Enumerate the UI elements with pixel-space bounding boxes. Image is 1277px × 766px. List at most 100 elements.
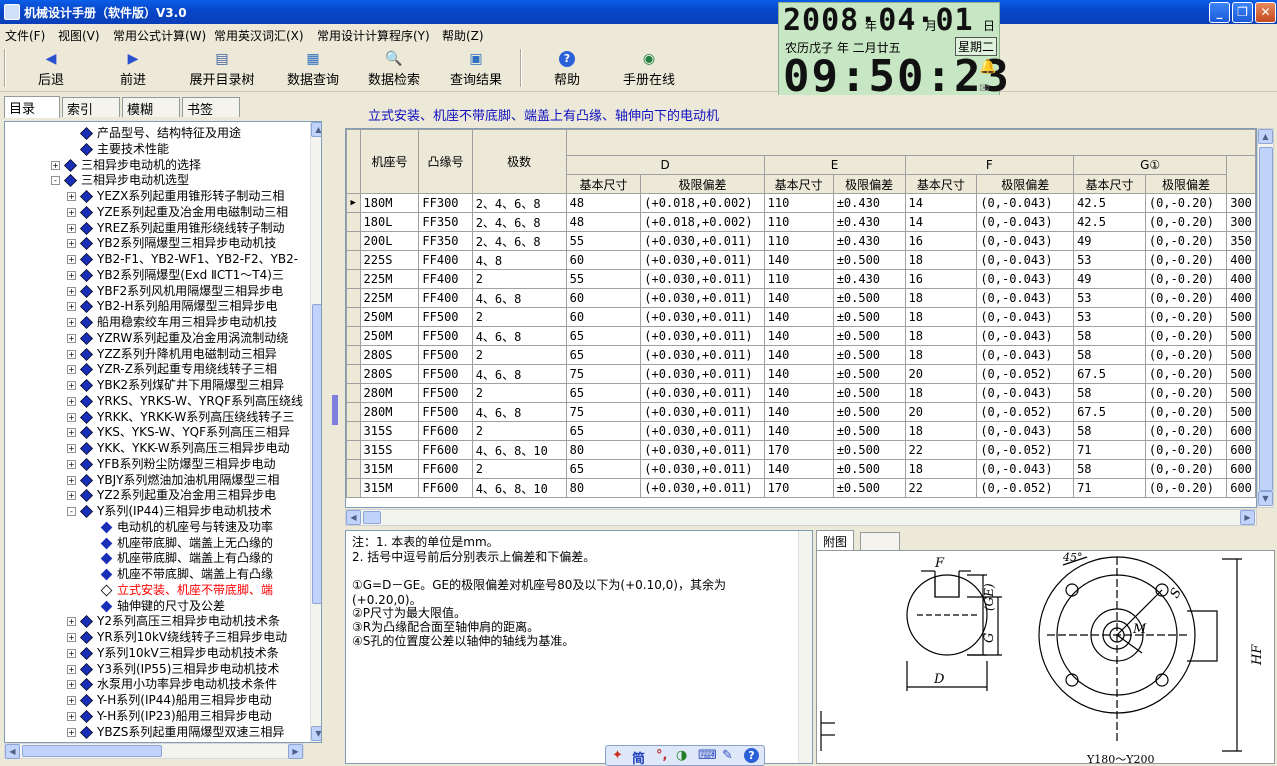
table-cell[interactable]: 42.5	[1073, 193, 1146, 213]
table-cell[interactable]: 65	[565, 421, 642, 441]
notes-panel[interactable]: 注：1. 本表的单位是mm。 2. 括号中逗号前后分别表示上偏差和下偏差。 ①G…	[345, 530, 813, 764]
table-cell[interactable]: FF400	[418, 288, 473, 308]
table-cell[interactable]: 4、6、8、10	[471, 478, 567, 498]
expand-icon[interactable]: +	[67, 239, 76, 249]
row-header[interactable]	[346, 383, 361, 403]
table-cell[interactable]: ±0.430	[832, 231, 906, 251]
table-cell[interactable]: (+0.030,+0.011)	[640, 478, 765, 498]
table-cell[interactable]: 500	[1226, 307, 1256, 327]
table-cell[interactable]: 4、6、8	[471, 402, 567, 422]
table-cell[interactable]: (0,-0.043)	[976, 383, 1075, 403]
tree-node[interactable]: 机座不带底脚、端盖上有凸缘	[100, 566, 273, 582]
table-cell[interactable]: (0,-0.20)	[1144, 478, 1228, 498]
table-cell[interactable]: 400	[1226, 250, 1256, 270]
tree-node[interactable]: 机座带底脚、端盖上无凸缘的	[100, 535, 273, 551]
table-cell[interactable]: 4、6、8	[471, 326, 567, 346]
table-cell[interactable]: FF500	[418, 383, 473, 403]
table-cell[interactable]: FF500	[418, 402, 473, 422]
row-header[interactable]	[346, 212, 361, 232]
table-cell[interactable]: ±0.500	[832, 364, 906, 384]
online-button[interactable]: ◉ 手册在线	[614, 49, 684, 89]
menu-help[interactable]: 帮助(Z)	[442, 27, 484, 44]
expand-icon[interactable]: +	[67, 428, 76, 438]
table-cell[interactable]: 250M	[359, 326, 420, 346]
table-cell[interactable]: 18	[904, 326, 978, 346]
table-cell[interactable]: 2	[471, 269, 567, 289]
table-cell[interactable]: ±0.500	[832, 383, 906, 403]
table-cell[interactable]: (+0.030,+0.011)	[640, 440, 765, 460]
expand-icon[interactable]: +	[67, 207, 76, 217]
ime-logo-icon[interactable]: ✦	[612, 748, 623, 763]
tree-node[interactable]: + YKK、YKK-W系列高压三相异步电动	[67, 440, 290, 456]
table-cell[interactable]: 315S	[359, 421, 420, 441]
row-header[interactable]	[346, 478, 361, 498]
table-cell[interactable]: 58	[1073, 459, 1146, 479]
table-cell[interactable]: (0,-0.052)	[976, 440, 1075, 460]
scroll-up-arrow-icon[interactable]: ▲	[311, 122, 321, 137]
moon-icon[interactable]: ◑	[676, 748, 687, 763]
ime-mode[interactable]: 简	[632, 748, 645, 766]
table-cell[interactable]: (0,-0.20)	[1144, 345, 1228, 365]
data-query-button[interactable]: ▦ 数据查询	[281, 49, 345, 89]
row-header[interactable]	[346, 440, 361, 460]
tree-node[interactable]: + Y-H系列(IP23)船用三相异步电动	[67, 708, 272, 724]
table-cell[interactable]: (0,-0.20)	[1144, 288, 1228, 308]
table-cell[interactable]: 71	[1073, 478, 1146, 498]
table-cell[interactable]: ±0.500	[832, 402, 906, 422]
grid-vertical-scrollbar[interactable]: ▲ ▼	[1257, 128, 1274, 508]
table-cell[interactable]: 2	[471, 345, 567, 365]
expand-icon[interactable]: +	[67, 381, 76, 390]
table-cell[interactable]: 140	[763, 364, 834, 384]
table-cell[interactable]: FF600	[418, 459, 473, 479]
table-cell[interactable]: 65	[565, 383, 642, 403]
row-header[interactable]	[346, 326, 361, 346]
table-cell[interactable]: 49	[1073, 231, 1146, 251]
ime-toolbar[interactable]: ✦ 简 °, ◑ ⌨ ✎ ?	[605, 745, 765, 766]
expand-icon[interactable]: +	[67, 475, 76, 485]
expand-icon[interactable]: +	[67, 727, 76, 737]
expand-icon[interactable]: +	[67, 223, 76, 233]
table-cell[interactable]: 500	[1226, 383, 1256, 403]
tree-node[interactable]: + YBK2系列煤矿井下用隔爆型三相异	[67, 377, 284, 393]
table-cell[interactable]: 140	[763, 326, 834, 346]
tab-index[interactable]: 索引	[62, 97, 120, 118]
table-cell[interactable]: FF600	[418, 440, 473, 460]
table-cell[interactable]: 4、8	[471, 250, 567, 270]
table-cell[interactable]: (0,-0.20)	[1144, 421, 1228, 441]
table-cell[interactable]: 280M	[359, 383, 420, 403]
table-cell[interactable]: (0,-0.043)	[976, 231, 1075, 251]
table-row[interactable]: 315S FF600 2 65 (+0.030,+0.011) 140 ±0.500 18 (0…	[346, 421, 1256, 441]
table-cell[interactable]: FF350	[418, 212, 473, 232]
table-cell[interactable]: 4、6、8	[471, 364, 567, 384]
table-cell[interactable]: 200L	[359, 231, 420, 251]
table-cell[interactable]: (0,-0.20)	[1144, 250, 1228, 270]
tree-node[interactable]: + YZZ系列升降机用电磁制动三相异	[67, 346, 277, 362]
tree-node[interactable]: 轴伸键的尺寸及公差	[100, 598, 225, 614]
table-cell[interactable]: (0,-0.20)	[1144, 307, 1228, 327]
table-cell[interactable]: 315S	[359, 440, 420, 460]
table-cell[interactable]: (0,-0.043)	[976, 269, 1075, 289]
table-cell[interactable]: (0,-0.043)	[976, 212, 1075, 232]
tab-contents[interactable]: 目录	[4, 96, 60, 118]
table-cell[interactable]: (+0.030,+0.011)	[640, 326, 765, 346]
table-row[interactable]: 315M FF600 2 65 (+0.030,+0.011) 140 ±0.500 18 (0…	[346, 459, 1256, 479]
table-cell[interactable]: FF600	[418, 478, 473, 498]
table-cell[interactable]: 67.5	[1073, 402, 1146, 422]
tree-node[interactable]: + YZRW系列起重及冶金用涡流制动绕	[67, 330, 288, 346]
table-cell[interactable]: 225M	[359, 269, 420, 289]
table-cell[interactable]: (0,-0.043)	[976, 326, 1075, 346]
table-cell[interactable]: (0,-0.043)	[976, 288, 1075, 308]
tree-node[interactable]: + YKS、YKS-W、YQF系列高压三相异	[67, 424, 290, 440]
contents-tree[interactable]: 产品型号、结构特征及用途 主要技术性能 + 三相异步电动机的选择 - 三相异步电动机选型 +…	[4, 121, 322, 743]
expand-icon[interactable]: +	[67, 680, 76, 690]
table-cell[interactable]: (0,-0.20)	[1144, 402, 1228, 422]
tree-node[interactable]: 主要技术性能	[80, 141, 169, 157]
tree-node[interactable]: + YZ2系列起重及冶金用三相异步电	[67, 487, 276, 503]
mail-icon[interactable]: ✉	[979, 81, 989, 95]
table-cell[interactable]: 49	[1073, 269, 1146, 289]
tab-bookmarks[interactable]: 书签	[182, 97, 240, 118]
tree-node[interactable]: + 船用稳索绞车用三相异步电动机技	[67, 314, 277, 330]
table-cell[interactable]: 110	[763, 193, 834, 213]
table-cell[interactable]: 170	[763, 478, 834, 498]
table-cell[interactable]: 140	[763, 250, 834, 270]
